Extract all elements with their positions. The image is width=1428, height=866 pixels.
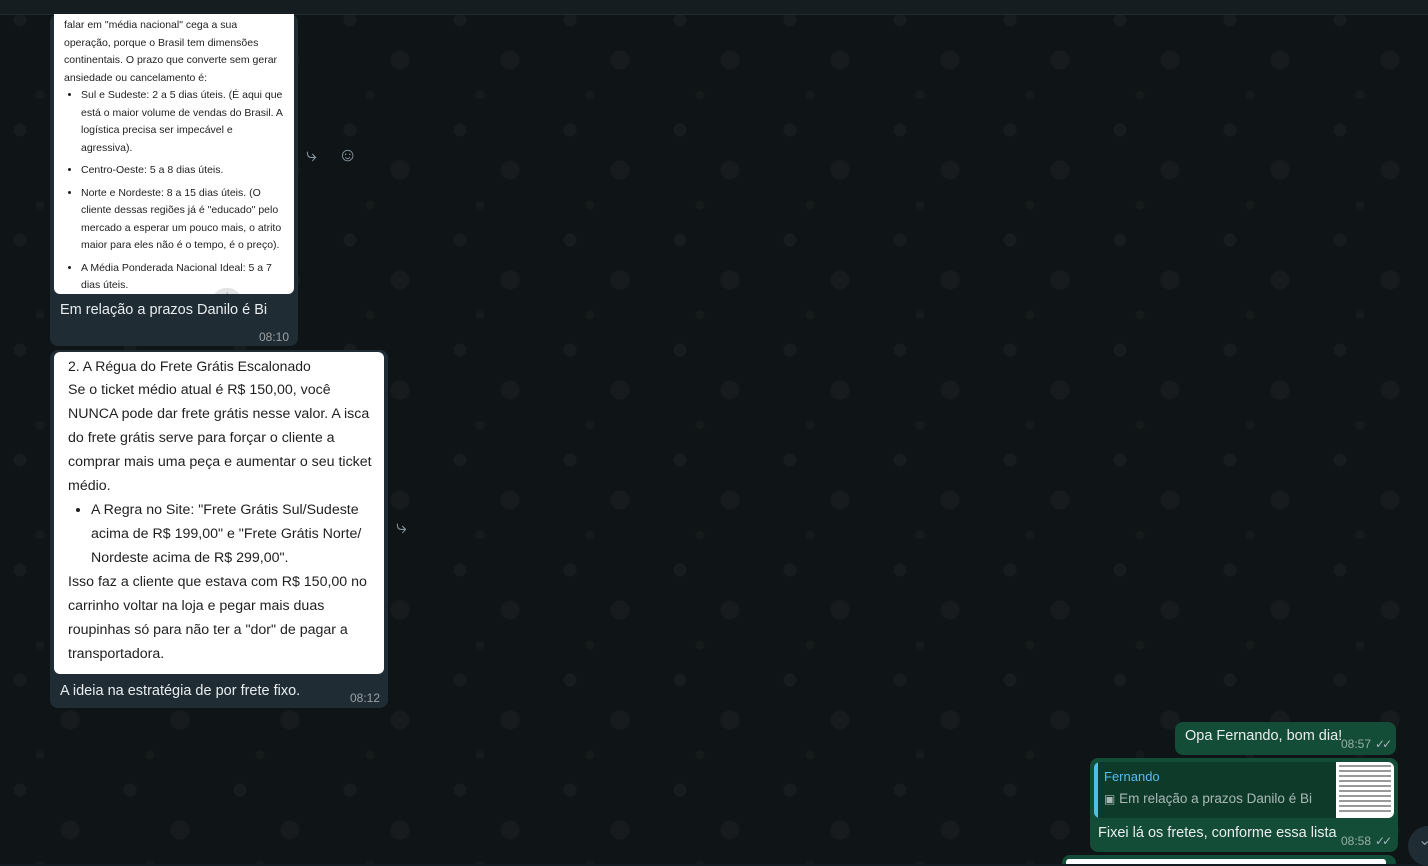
image-paragraph: Isso faz a cliente que estava com R$ 150…: [68, 574, 367, 662]
list-item: A Regra no Site: "Frete Grátis Sul/Sudes…: [91, 498, 374, 570]
message-image[interactable]: [1066, 859, 1386, 864]
message-caption: Em relação a prazos Danilo é Bi: [60, 302, 268, 318]
image-bullet-list: A Regra no Site: "Frete Grátis Sul/Sudes…: [68, 498, 374, 570]
image-paragraph: Se o ticket médio atual é R$ 150,00, voc…: [68, 382, 372, 494]
list-item: A Média Ponderada Nacional Ideal: 5 a 7 …: [81, 260, 286, 295]
list-item: Norte e Nordeste: 8 a 15 dias úteis. (O …: [81, 185, 286, 255]
forward-icon[interactable]: ⤷: [306, 146, 317, 166]
double-check-icon: ✓✓: [1375, 834, 1392, 848]
message-time: 08:12: [350, 691, 381, 705]
quote-thumbnail: [1336, 762, 1394, 818]
message-time: 08:58 ✓✓: [1341, 834, 1392, 848]
quote-author: Fernando: [1104, 769, 1160, 784]
list-item: Centro-Oeste: 5 a 8 dias úteis.: [81, 162, 286, 180]
image-heading: 2. A Régua do Frete Grátis Escalonado: [68, 358, 311, 374]
image-intro-text: falar em "média nacional" cega a sua ope…: [64, 19, 278, 84]
message-text: Opa Fernando, bom dia!: [1185, 728, 1343, 744]
image-icon: ▣: [1104, 792, 1116, 806]
message-time: 08:10: [259, 330, 290, 344]
emoji-icon[interactable]: ☺: [338, 146, 357, 166]
chat-header-edge: [0, 0, 1428, 15]
message-image[interactable]: 2. A Régua do Frete Grátis Escalonado Se…: [54, 352, 384, 674]
message-text: Fixei lá os fretes, conforme essa lista: [1098, 825, 1337, 841]
message-bubble-outgoing[interactable]: Opa Fernando, bom dia! 08:57 ✓✓: [1175, 722, 1396, 755]
image-bullet-list: Sul e Sudeste: 2 a 5 dias úteis. (É aqui…: [64, 87, 286, 294]
message-time: 08:57 ✓✓: [1341, 737, 1392, 751]
message-image[interactable]: falar em "média nacional" cega a sua ope…: [54, 14, 294, 294]
quote-accent-bar: [1094, 762, 1098, 818]
message-caption: A ideia na estratégia de por frete fixo.: [60, 683, 301, 699]
double-check-icon: ✓✓: [1375, 737, 1392, 751]
quoted-message[interactable]: Fernando ▣ Em relação a prazos Danilo é …: [1094, 762, 1394, 818]
quote-text: ▣ Em relação a prazos Danilo é Bi: [1104, 791, 1312, 806]
list-item: Sul e Sudeste: 2 a 5 dias úteis. (É aqui…: [81, 87, 286, 157]
message-bubble-outgoing[interactable]: [1062, 855, 1396, 864]
forward-icon[interactable]: ⤷: [396, 518, 407, 538]
